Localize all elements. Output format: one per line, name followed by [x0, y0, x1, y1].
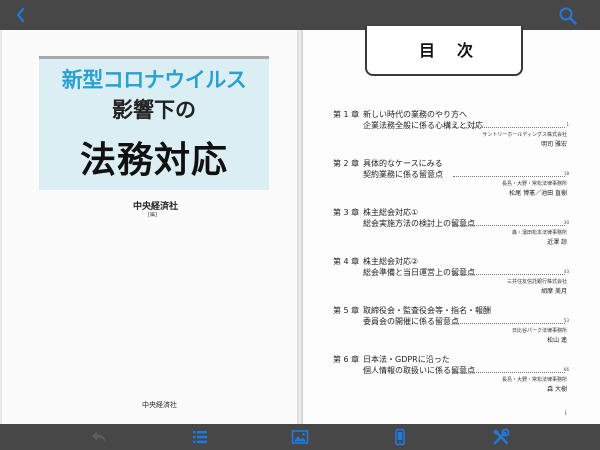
chapter-page: 18: [563, 171, 569, 176]
chapter-title-line2: 委員会の開催に係る留意点: [363, 317, 459, 326]
search-icon[interactable]: [558, 6, 578, 26]
chapter-number: 第 3 章: [333, 208, 360, 217]
tools-icon[interactable]: [492, 428, 510, 446]
leader-dots: [453, 127, 565, 128]
chapter-title-line2: 企業法務全般に係る心構えと対応: [363, 121, 483, 130]
author-org: 長島・大野・常松法律事務所: [501, 181, 567, 187]
chapter-title-line1: 株主総会対応②: [363, 257, 419, 266]
chapter-number: 第 2 章: [333, 159, 360, 168]
bottom-toolbar: [0, 424, 600, 450]
author-name: 胡摩 美月: [541, 288, 567, 295]
leader-dots: [453, 176, 565, 177]
chapter-title-line2: 総会実施方法の検討上の留意点: [363, 219, 475, 228]
toc-page[interactable]: 目次 第 1 章 新しい時代の業務のやり方へ 企業法務全般に係る心構えと対応 1…: [303, 26, 600, 424]
toc-entry[interactable]: 第 3 章 株主総会対応① 総会実施方法の検討上の留意点 30 森・濱田松本法律…: [333, 207, 569, 255]
author-org: サントリーホールディングス株式会社: [482, 132, 567, 138]
chapter-title-line2: 個人情報の取扱いに係る留意点: [363, 366, 475, 375]
image-icon[interactable]: [291, 428, 309, 446]
leader-dots: [453, 274, 565, 275]
chapter-number: 第 4 章: [333, 257, 360, 266]
toc-entry[interactable]: 第 4 章 株主総会対応② 総会準備と当日運営上の留意点 43 三井住友信託銀行…: [333, 256, 569, 304]
chapter-number: 第 1 章: [333, 110, 360, 119]
cover-publisher: 中央経済社: [142, 401, 177, 409]
chapter-title-line1: 取締役会・監査役会等・指名・報酬: [363, 306, 491, 315]
chapter-page: 53: [563, 318, 569, 323]
author-org: 三井住友信託銀行株式会社: [506, 279, 567, 285]
author-org: 日比谷パーク法律事務所: [511, 328, 567, 334]
chapter-number: 第 6 章: [333, 355, 360, 364]
chapter-title-line1: 具体的なケースにみる: [363, 159, 443, 168]
leader-dots: [453, 323, 565, 324]
chapter-title-line1: 新しい時代の業務のやり方へ: [363, 110, 467, 119]
chapter-title-line2: 契約業務に係る留意点: [363, 170, 443, 179]
chapter-title-line2: 総会準備と当日運営上の留意点: [363, 268, 475, 277]
toc-entry[interactable]: 第 1 章 新しい時代の業務のやり方へ 企業法務全般に係る心構えと対応 1 サン…: [333, 109, 569, 157]
author-org: 長島・大野・常松法律事務所: [501, 377, 567, 383]
chapter-page: 66: [563, 367, 569, 372]
author-name: 森 大樹: [547, 386, 567, 393]
toc-heading: 目次: [418, 41, 495, 60]
author-name: 松山 遙: [547, 337, 567, 344]
cover-title-line3: 法務対応: [79, 140, 228, 181]
chapter-page: 1: [566, 122, 569, 127]
device-icon[interactable]: [391, 428, 409, 446]
author-org: 森・濱田松本法律事務所: [511, 230, 567, 236]
chapter-page: 43: [563, 269, 569, 274]
list-icon[interactable]: [191, 428, 209, 446]
chapter-title-line1: 株主総会対応①: [363, 208, 419, 217]
page-number: i: [565, 410, 567, 417]
toc-entry[interactable]: 第 2 章 具体的なケースにみる 契約業務に係る留意点 18 長島・大野・常松法…: [333, 158, 569, 206]
cover-page[interactable]: 新型コロナウイルス 影響下の 法務対応 中央経済社 [編] 中央経済社: [2, 30, 297, 424]
chapter-number: 第 5 章: [333, 306, 360, 315]
cover-title-line1: 新型コロナウイルス: [61, 67, 247, 92]
toc-entry[interactable]: 第 6 章 日本法・GDPRに沿った 個人情報の取扱いに係る留意点 66 長島・…: [333, 354, 569, 402]
cover-title-band: 新型コロナウイルス 影響下の 法務対応: [39, 56, 269, 190]
chapter-title-line1: 日本法・GDPRに沿った: [363, 355, 450, 364]
cover-title-line2: 影響下の: [112, 97, 196, 122]
author-name: 近澤 諒: [547, 239, 567, 246]
chapter-page: 30: [563, 220, 569, 225]
author-name: 松尾 博憲／池田 直樹: [509, 190, 567, 197]
cover-editor-mark: [編]: [148, 212, 157, 218]
toc-heading-box: 目次: [365, 26, 523, 76]
book-spread: 新型コロナウイルス 影響下の 法務対応 中央経済社 [編] 中央経済社 目次 第…: [0, 26, 600, 424]
undo-arrow-icon[interactable]: [90, 428, 108, 446]
leader-dots: [453, 372, 565, 373]
toc-entry[interactable]: 第 5 章 取締役会・監査役会等・指名・報酬 委員会の開催に係る留意点 53 日…: [333, 305, 569, 353]
leader-dots: [453, 225, 565, 226]
chevron-left-icon[interactable]: [12, 5, 30, 25]
author-name: 明司 雅宏: [541, 141, 567, 148]
